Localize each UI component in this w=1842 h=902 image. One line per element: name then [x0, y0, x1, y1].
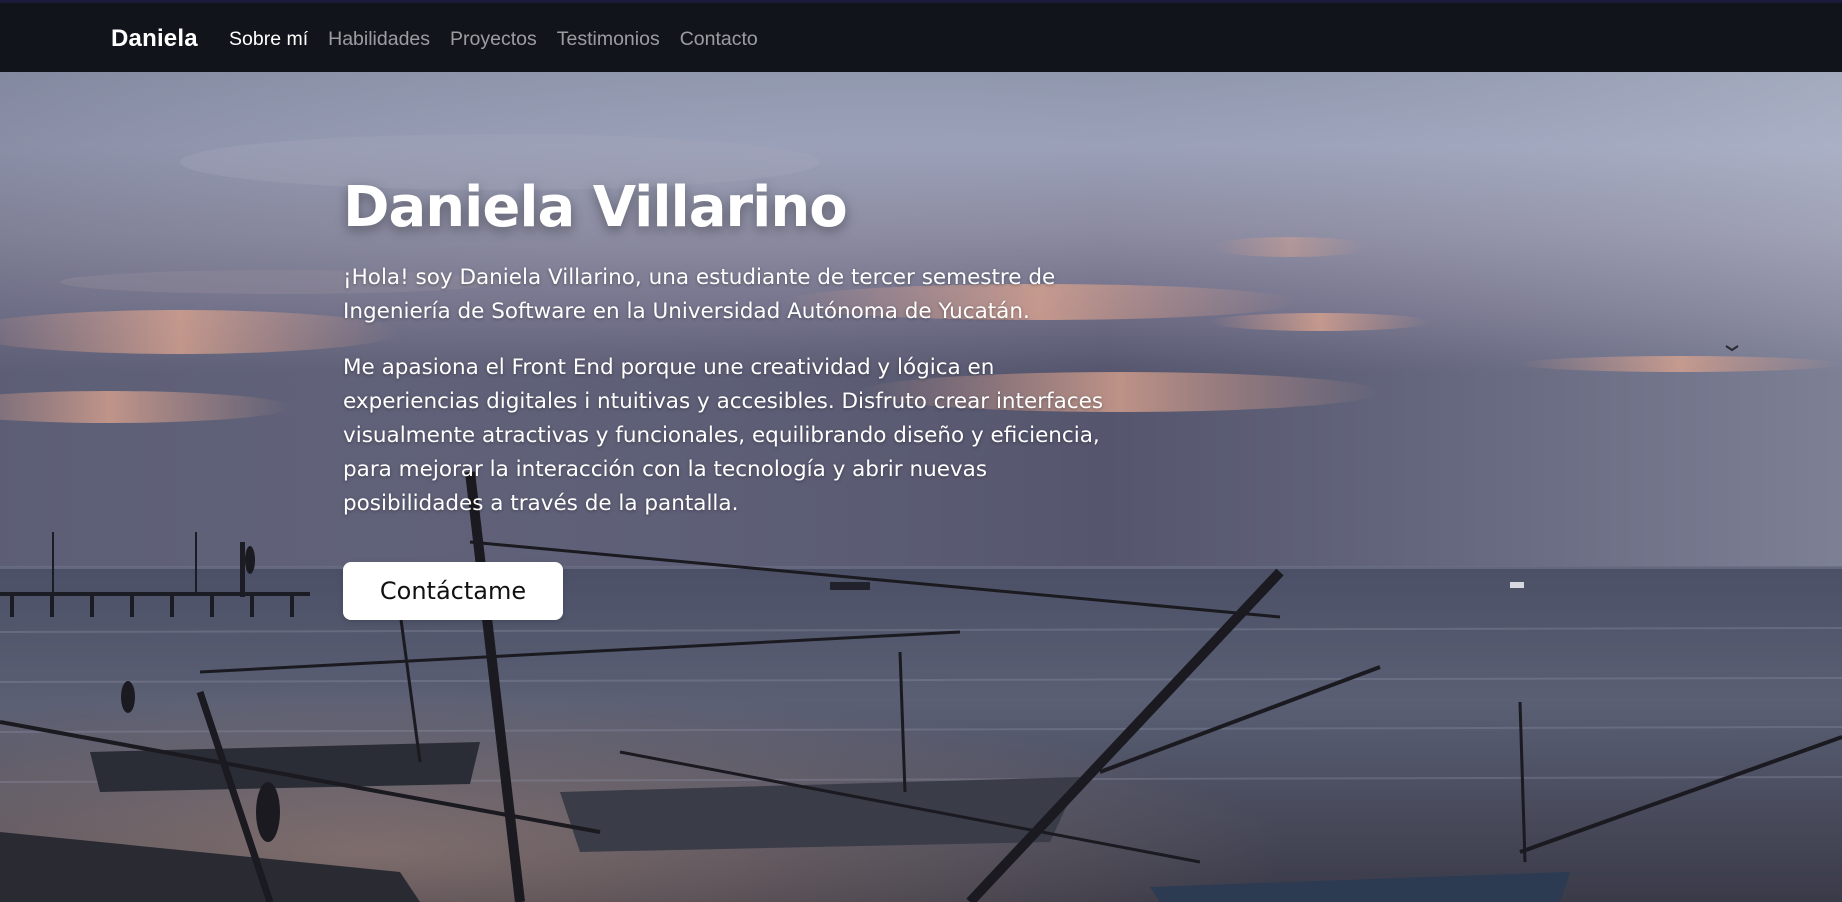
brand-link[interactable]: Daniela [111, 25, 198, 53]
nav-link-sobre-mi[interactable]: Sobre mí [229, 28, 308, 51]
navbar: Daniela Sobre mí Habilidades Proyectos T… [0, 0, 1842, 72]
nav-link-proyectos[interactable]: Proyectos [450, 28, 537, 51]
contact-me-button[interactable]: Contáctame [343, 562, 563, 620]
hero-content: Daniela Villarino ¡Hola! soy Daniela Vil… [343, 177, 1143, 543]
nav-link-testimonios[interactable]: Testimonios [557, 28, 660, 51]
hero-intro-paragraph: ¡Hola! soy Daniela Villarino, una estudi… [343, 264, 1056, 324]
nav-link-habilidades[interactable]: Habilidades [328, 28, 430, 51]
hero-title: Daniela Villarino [343, 175, 848, 240]
hero-passion-paragraph: Me apasiona el Front End porque une crea… [343, 354, 1104, 516]
nav-links: Sobre mí Habilidades Proyectos Testimoni… [229, 28, 778, 51]
nav-link-contacto[interactable]: Contacto [680, 28, 758, 51]
hero-section: Daniela Villarino ¡Hola! soy Daniela Vil… [0, 72, 1842, 902]
